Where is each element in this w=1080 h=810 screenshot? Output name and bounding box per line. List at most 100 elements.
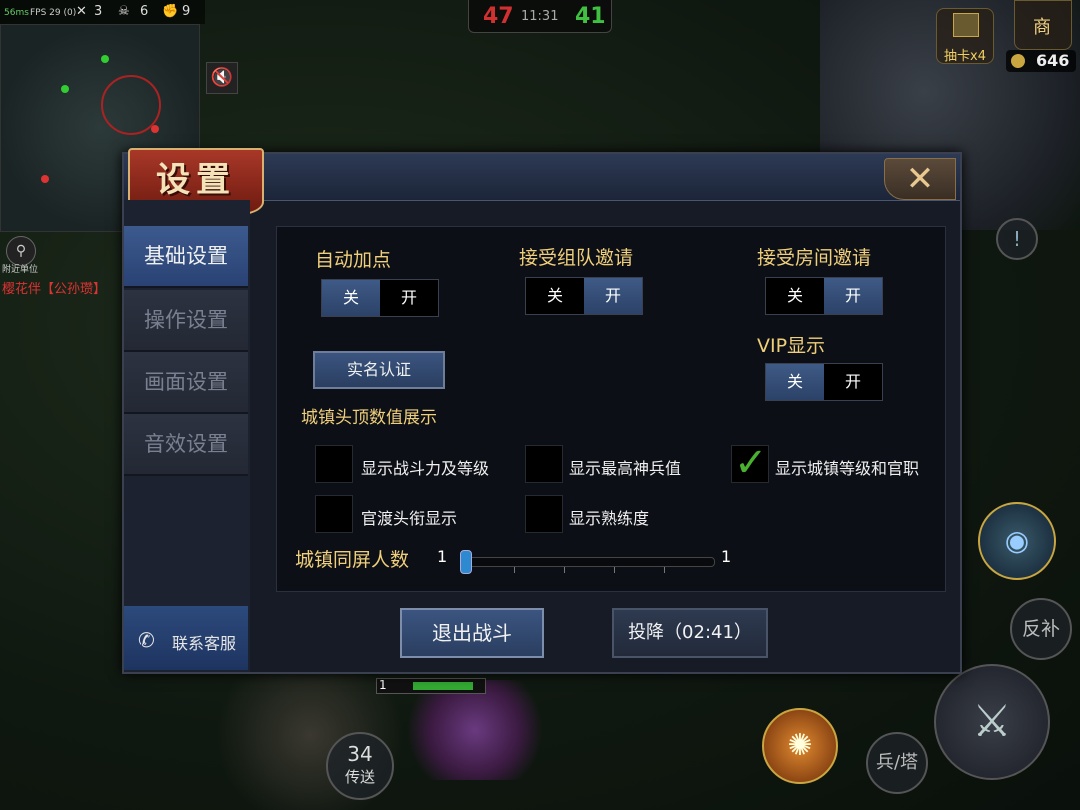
eye-skill-button[interactable]: ◉ — [978, 502, 1056, 580]
hero-character — [400, 680, 550, 780]
minimap-view-circle — [101, 75, 161, 135]
attack-button[interactable]: ⚔ — [934, 664, 1050, 780]
assists-count: 9 — [182, 4, 191, 19]
close-button[interactable]: ✕ — [884, 158, 956, 200]
room-invite-label: 接受房间邀请 — [757, 247, 872, 269]
mute-icon[interactable]: 🔇 — [206, 62, 238, 94]
contact-support-label: 联系客服 — [172, 634, 237, 653]
tab-graphics-settings[interactable]: 画面设置 — [124, 352, 248, 414]
ping-text: 56ms — [4, 8, 29, 18]
fps-text: FPS 29 (0) — [30, 8, 77, 18]
vip-display-toggle[interactable]: 关 开 — [765, 363, 883, 401]
checkbox-divine-weapon[interactable] — [525, 445, 563, 483]
town-players-label: 城镇同屏人数 — [295, 549, 410, 571]
match-timer: 11:31 — [521, 9, 559, 24]
card-icon — [953, 13, 979, 37]
shop-button[interactable]: 商 — [1014, 0, 1072, 50]
tower-target-label: 兵/塔 — [875, 752, 919, 773]
auto-point-off[interactable]: 关 — [322, 280, 380, 316]
tower-target-button[interactable]: 兵/塔 — [866, 732, 928, 794]
town-players-slider[interactable] — [460, 550, 715, 574]
settings-sidebar: 基础设置 操作设置 画面设置 音效设置 — [124, 200, 250, 672]
close-x-icon: ✕ — [905, 159, 935, 199]
health-fill — [413, 682, 473, 690]
checkbox-town-rank-label: 显示城镇等级和官职 — [775, 459, 920, 478]
real-name-button[interactable]: 实名认证 — [313, 351, 445, 389]
tab-control-settings[interactable]: 操作设置 — [124, 290, 248, 352]
fire-skill-icon: ✺ — [787, 728, 813, 763]
contact-support-button[interactable]: ✆ 联系客服 — [124, 606, 248, 670]
slider-handle[interactable] — [460, 550, 472, 574]
checkbox-guandu-title-label: 官渡头衔显示 — [361, 509, 458, 528]
checkbox-combat-power[interactable] — [315, 445, 353, 483]
slider-tick — [664, 567, 665, 573]
checkmark-icon: ✓ — [734, 440, 768, 486]
draw-card-label: 抽卡x4 — [944, 49, 986, 64]
checkbox-proficiency-label: 显示熟练度 — [569, 509, 650, 528]
room-invite-toggle[interactable]: 关 开 — [765, 277, 883, 315]
shop-icon: 商 — [1033, 17, 1051, 38]
checkbox-combat-power-label: 显示战斗力及等级 — [361, 459, 490, 478]
teleport-count: 34 — [347, 742, 373, 766]
assists-icon: ✊ — [162, 4, 179, 19]
gold-amount: 646 — [1036, 51, 1070, 70]
team-invite-off[interactable]: 关 — [526, 278, 584, 314]
kills-icon: ✕ — [76, 4, 87, 19]
counter-button[interactable]: 反补 — [1010, 598, 1072, 660]
slider-max-value: 1 — [721, 547, 732, 566]
checkbox-town-rank[interactable]: ✓ — [731, 440, 769, 486]
kills-count: 3 — [94, 4, 103, 19]
slider-min-value: 1 — [437, 547, 448, 566]
tab-audio-settings[interactable]: 音效设置 — [124, 414, 248, 476]
eye-icon: ◉ — [1004, 524, 1030, 557]
team-invite-label: 接受组队邀请 — [519, 247, 634, 269]
surrender-button[interactable]: 投降（02:41） — [612, 608, 768, 658]
deaths-count: 6 — [140, 4, 149, 19]
checkbox-guandu-title[interactable] — [315, 495, 353, 533]
counter-label: 反补 — [1021, 618, 1060, 640]
room-invite-off[interactable]: 关 — [766, 278, 824, 314]
score-red: 47 — [483, 4, 514, 29]
minimap-marker — [101, 55, 109, 63]
scoreboard: 47 11:31 41 — [468, 0, 612, 33]
exit-battle-label: 退出战斗 — [432, 621, 512, 645]
fire-skill-button[interactable]: ✺ — [762, 708, 838, 784]
team-invite-toggle[interactable]: 关 开 — [525, 277, 643, 315]
checkbox-divine-weapon-label: 显示最高神兵值 — [569, 459, 682, 478]
coin-icon — [1011, 54, 1025, 68]
tab-basic-settings[interactable]: 基础设置 — [124, 226, 248, 288]
vip-display-label: VIP显示 — [757, 335, 826, 357]
team-invite-on[interactable]: 开 — [584, 278, 642, 314]
hero-level: 1 — [379, 678, 387, 692]
vip-display-on[interactable]: 开 — [824, 364, 882, 400]
room-invite-on[interactable]: 开 — [824, 278, 882, 314]
alert-button[interactable]: ! — [996, 218, 1038, 260]
deaths-icon: ☠ — [118, 4, 130, 19]
player-name: 樱花伴【公孙瓒】 — [2, 282, 107, 297]
status-bar: 56ms FPS 29 (0) ✕ 3 ☠ 6 ✊ 9 — [0, 0, 205, 24]
auto-point-label: 自动加点 — [315, 249, 392, 271]
slider-tick — [614, 567, 615, 573]
sword-icon: ⚔ — [972, 696, 1012, 747]
minimap-marker — [41, 175, 49, 183]
gold-display: 646 — [1006, 50, 1076, 72]
town-section-label: 城镇头顶数值展示 — [301, 408, 437, 428]
surrender-label: 投降（02:41） — [628, 622, 752, 643]
phone-icon: ✆ — [138, 628, 155, 652]
checkbox-proficiency[interactable] — [525, 495, 563, 533]
teleport-label: 传送 — [344, 768, 375, 786]
teleport-button[interactable]: 34 传送 — [326, 732, 394, 800]
score-green: 41 — [575, 4, 606, 29]
hero-health-bar: 1 — [376, 678, 486, 694]
auto-point-on[interactable]: 开 — [380, 280, 438, 316]
settings-dialog: 设置 ✕ 基础设置 操作设置 画面设置 音效设置 ✆ 联系客服 自动加点 关 开… — [122, 148, 962, 674]
exit-battle-button[interactable]: 退出战斗 — [400, 608, 544, 658]
settings-content: 自动加点 关 开 接受组队邀请 关 开 接受房间邀请 关 开 实名认证 VIP显… — [276, 226, 946, 592]
slider-tick — [564, 567, 565, 573]
minimap-marker — [61, 85, 69, 93]
vip-display-off[interactable]: 关 — [766, 364, 824, 400]
slider-tick — [514, 567, 515, 573]
nearby-units-label: 附近单位 — [2, 265, 39, 275]
draw-card-button[interactable]: 抽卡x4 — [936, 8, 994, 64]
auto-point-toggle[interactable]: 关 开 — [321, 279, 439, 317]
